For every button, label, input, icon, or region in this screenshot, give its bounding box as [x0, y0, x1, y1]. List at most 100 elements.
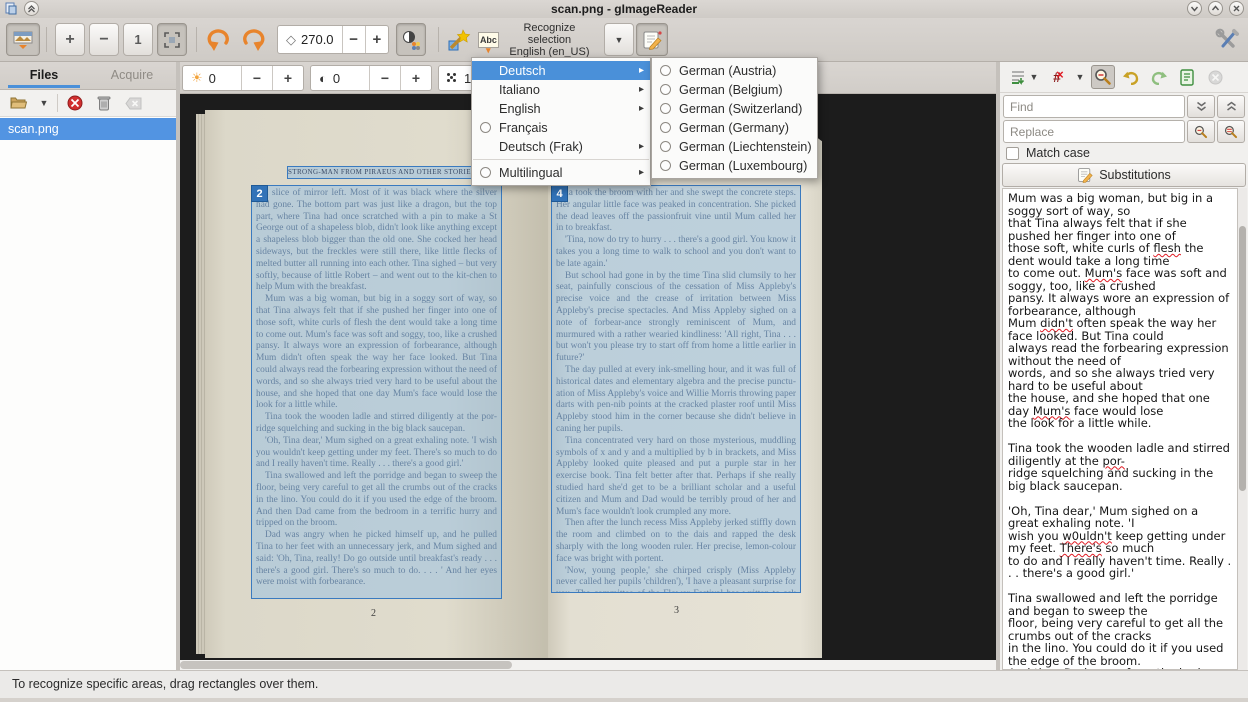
find-replace-toggle[interactable] [1091, 65, 1115, 89]
replace-all-icon [1224, 125, 1238, 139]
menu-item-label: German (Liechtenstein) [679, 140, 812, 154]
menu-item-fran-ais[interactable]: Français [472, 118, 650, 137]
match-case-checkbox[interactable] [1006, 147, 1019, 160]
add-images-dropdown[interactable]: ▼ [36, 92, 52, 114]
strip-options-dropdown[interactable]: ▼ [1073, 65, 1087, 89]
canvas-horizontal-scrollbar[interactable] [180, 660, 996, 670]
menu-item-label: Multilingual [499, 166, 562, 180]
ocr-output-text[interactable]: Mum was a big woman, but big in a soggy … [1002, 188, 1238, 670]
radio-icon [660, 122, 671, 133]
fit-page-icon [164, 32, 180, 48]
title-bar: scan.png - gImageReader [0, 0, 1248, 18]
files-toolbar: ▼ [0, 90, 176, 117]
contrast-control[interactable]: ◐0 − + [310, 65, 432, 91]
replace-button[interactable] [1187, 120, 1215, 143]
rotate-right-button[interactable] [239, 23, 269, 56]
submenu-item-german-belgium[interactable]: German (Belgium) [652, 80, 817, 99]
contrast-decrease-button[interactable]: − [369, 66, 400, 90]
insert-mode-dropdown[interactable]: ▼ [1007, 65, 1041, 89]
brightness-icon: ☀ [191, 70, 203, 86]
brightness-control[interactable]: ☀0 − + [182, 65, 304, 91]
contrast-increase-button[interactable]: + [400, 66, 431, 90]
substitutions-label: Substitutions [1099, 168, 1171, 182]
find-next-button[interactable] [1187, 95, 1215, 118]
add-images-button[interactable] [7, 92, 31, 114]
strip-linebreaks-button[interactable]: # [1045, 65, 1069, 89]
match-case-option[interactable]: Match case [1006, 146, 1090, 160]
clear-output-button[interactable] [1203, 65, 1227, 89]
settings-button[interactable] [1212, 23, 1242, 56]
menu-item-label: German (Luxembourg) [679, 159, 807, 173]
substitutions-button[interactable]: Substitutions [1002, 163, 1246, 187]
rotate-left-icon [205, 28, 231, 52]
recognize-label: Recognize selection [503, 22, 596, 46]
save-output-button[interactable] [1175, 65, 1199, 89]
find-replace-icon [1094, 68, 1112, 86]
show-sources-toggle[interactable] [6, 23, 40, 56]
menu-item-italiano[interactable]: Italiano ▸ [472, 80, 650, 99]
zoom-fit-button[interactable] [157, 23, 187, 56]
menu-item-english[interactable]: English▸ [472, 99, 650, 118]
search-input[interactable] [1003, 95, 1185, 118]
recognize-language-dropdown[interactable]: ▼ [604, 23, 634, 56]
submenu-item-german-switzerland[interactable]: German (Switzerland) [652, 99, 817, 118]
tab-acquire[interactable]: Acquire [88, 62, 176, 89]
zoom-out-button[interactable]: − [89, 23, 119, 56]
magic-wand-icon [447, 28, 471, 52]
scrollbar-thumb[interactable] [1239, 226, 1246, 491]
rotation-value[interactable]: 270.0 [301, 32, 334, 47]
menu-item-deutsch-frak[interactable]: Deutsch (Frak)▸ [472, 137, 650, 156]
chevron-double-down-icon [1196, 101, 1207, 112]
submenu-item-german-austria[interactable]: German (Austria) [652, 61, 817, 80]
submenu-item-german-liechtenstein[interactable]: German (Liechtenstein) [652, 137, 817, 156]
menu-item-deutsch[interactable]: Deutsch▸ [472, 61, 650, 80]
remove-image-button[interactable] [63, 92, 87, 114]
find-previous-button[interactable] [1217, 95, 1245, 118]
delete-image-button[interactable] [92, 92, 116, 114]
menu-item-multilingual[interactable]: Multilingual▸ [472, 163, 650, 182]
radio-icon [660, 103, 671, 114]
minimize-button[interactable] [1187, 1, 1202, 16]
output-pane-toggle[interactable] [636, 23, 668, 56]
chevron-double-up-icon [1226, 101, 1237, 112]
clear-list-button[interactable] [121, 92, 145, 114]
window-title: scan.png - gImageReader [0, 2, 1248, 16]
selection-region-4[interactable]: 4 [551, 185, 801, 593]
replace-all-button[interactable] [1217, 120, 1245, 143]
contrast-value: 0 [333, 71, 340, 86]
rotation-decrease-button[interactable]: − [342, 26, 365, 53]
radio-icon [660, 65, 671, 76]
close-icon[interactable] [1229, 1, 1244, 16]
tab-files[interactable]: Files [0, 62, 88, 89]
redo-button[interactable] [1147, 65, 1171, 89]
selection-region-2[interactable]: 2 [251, 185, 502, 599]
rotation-spinbox[interactable]: ◇270.0 − + [277, 25, 389, 54]
submenu-item-german-germany[interactable]: German (Germany) [652, 118, 817, 137]
menu-item-label: Italiano [499, 83, 540, 97]
recognize-button[interactable]: Abc Recognize selection English (en_US) [474, 23, 600, 56]
brightness-decrease-button[interactable]: − [241, 66, 272, 90]
substitutions-icon [1077, 167, 1093, 183]
running-header-selection[interactable]: STRONG-MAN FROM PIRAEUS AND OTHER STORIE… [287, 166, 475, 179]
replace-input[interactable] [1003, 120, 1185, 143]
zoom-original-button[interactable]: 1 [123, 23, 153, 56]
output-vertical-scrollbar[interactable] [1238, 188, 1247, 670]
zoom-in-button[interactable]: + [55, 23, 85, 56]
book-page-edges [196, 114, 205, 654]
minus-icon: − [99, 31, 108, 49]
scrollbar-thumb[interactable] [180, 661, 512, 669]
submenu-arrow-icon: ▸ [639, 84, 644, 95]
rotation-increase-button[interactable]: + [365, 26, 388, 53]
auto-layout-button[interactable] [444, 23, 474, 56]
submenu-arrow-icon: ▸ [639, 141, 644, 152]
brightness-increase-button[interactable]: + [272, 66, 303, 90]
file-list-item[interactable]: scan.png [0, 118, 176, 140]
image-controls-toggle[interactable] [396, 23, 426, 56]
undo-button[interactable] [1119, 65, 1143, 89]
image-controls-icon [401, 30, 421, 50]
maximize-button[interactable] [1208, 1, 1223, 16]
submenu-item-german-luxembourg[interactable]: German (Luxembourg) [652, 156, 817, 175]
rotate-left-button[interactable] [203, 23, 233, 56]
menu-item-label: English [499, 102, 541, 116]
radio-icon [660, 160, 671, 171]
